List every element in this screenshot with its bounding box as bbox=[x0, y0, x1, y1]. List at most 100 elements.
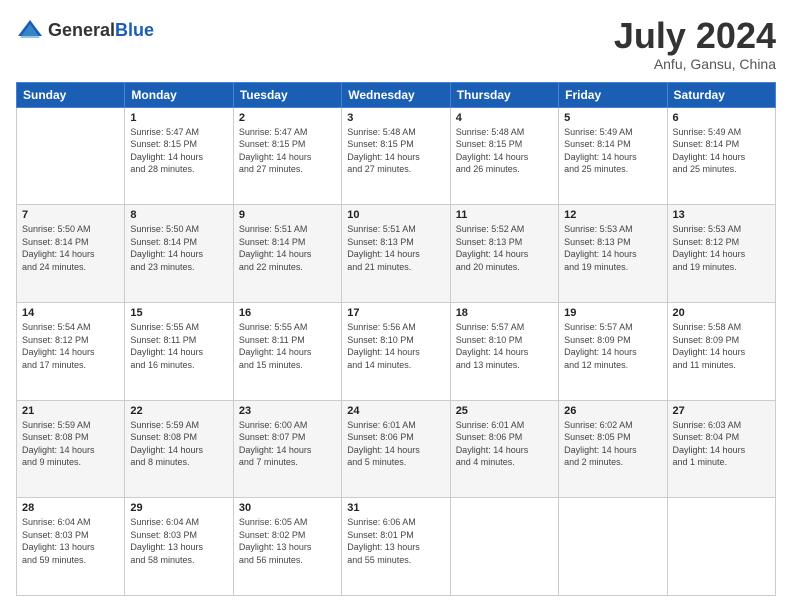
day-number: 15 bbox=[130, 307, 227, 319]
table-row bbox=[450, 498, 558, 596]
table-row: 23 Sunrise: 6:00 AM Sunset: 8:07 PM Dayli… bbox=[233, 400, 341, 498]
day-info: Sunrise: 5:55 AM Sunset: 8:11 PM Dayligh… bbox=[239, 321, 336, 371]
day-info: Sunrise: 6:04 AM Sunset: 8:03 PM Dayligh… bbox=[22, 516, 119, 566]
day-number: 7 bbox=[22, 209, 119, 221]
day-info: Sunrise: 5:49 AM Sunset: 8:14 PM Dayligh… bbox=[564, 126, 661, 176]
table-row: 26Sunrise: 6:02 AM Sunset: 8:05 PM Dayli… bbox=[559, 400, 667, 498]
day-number: 27 bbox=[673, 405, 770, 417]
day-info: Sunrise: 5:54 AM Sunset: 8:12 PM Dayligh… bbox=[22, 321, 119, 371]
day-info: Sunrise: 5:57 AM Sunset: 8:10 PM Dayligh… bbox=[456, 321, 553, 371]
day-info: Sunrise: 5:49 AM Sunset: 8:14 PM Dayligh… bbox=[673, 126, 770, 176]
header-friday: Friday bbox=[559, 82, 667, 107]
day-info: Sunrise: 6:01 AM Sunset: 8:06 PM Dayligh… bbox=[456, 419, 553, 469]
day-info: Sunrise: 5:51 AM Sunset: 8:13 PM Dayligh… bbox=[347, 223, 444, 273]
day-number: 24 bbox=[347, 405, 444, 417]
table-row: 5 Sunrise: 5:49 AM Sunset: 8:14 PM Daylig… bbox=[559, 107, 667, 205]
table-row: 1 Sunrise: 5:47 AM Sunset: 8:15 PM Daylig… bbox=[125, 107, 233, 205]
day-info: Sunrise: 5:59 AM Sunset: 8:08 PM Dayligh… bbox=[130, 419, 227, 469]
table-row: 4 Sunrise: 5:48 AM Sunset: 8:15 PM Daylig… bbox=[450, 107, 558, 205]
day-number: 16 bbox=[239, 307, 336, 319]
day-number: 13 bbox=[673, 209, 770, 221]
table-row: 10 Sunrise: 5:51 AM Sunset: 8:13 PM Dayli… bbox=[342, 205, 450, 303]
day-number: 17 bbox=[347, 307, 444, 319]
day-number: 3 bbox=[347, 112, 444, 124]
day-info: Sunrise: 5:47 AM Sunset: 8:15 PM Dayligh… bbox=[130, 126, 227, 176]
day-number: 1 bbox=[130, 112, 227, 124]
day-info: Sunrise: 5:47 AM Sunset: 8:15 PM Dayligh… bbox=[239, 126, 336, 176]
day-number: 9 bbox=[239, 209, 336, 221]
day-number: 29 bbox=[130, 502, 227, 514]
day-number: 4 bbox=[456, 112, 553, 124]
day-number: 31 bbox=[347, 502, 444, 514]
day-number: 2 bbox=[239, 112, 336, 124]
day-info: Sunrise: 5:53 AM Sunset: 8:13 PM Dayligh… bbox=[564, 223, 661, 273]
day-info: Sunrise: 5:48 AM Sunset: 8:15 PM Dayligh… bbox=[347, 126, 444, 176]
calendar-week-row: 14 Sunrise: 5:54 AM Sunset: 8:12 PM Dayli… bbox=[17, 302, 776, 400]
table-row: 18 Sunrise: 5:57 AM Sunset: 8:10 PM Dayli… bbox=[450, 302, 558, 400]
day-info: Sunrise: 6:01 AM Sunset: 8:06 PM Dayligh… bbox=[347, 419, 444, 469]
location: Anfu, Gansu, China bbox=[614, 56, 776, 72]
table-row: 15Sunrise: 5:55 AM Sunset: 8:11 PM Dayli… bbox=[125, 302, 233, 400]
calendar-table: Sunday Monday Tuesday Wednesday Thursday… bbox=[16, 82, 776, 596]
day-info: Sunrise: 5:48 AM Sunset: 8:15 PM Dayligh… bbox=[456, 126, 553, 176]
table-row: 28Sunrise: 6:04 AM Sunset: 8:03 PM Dayli… bbox=[17, 498, 125, 596]
table-row: 7 Sunrise: 5:50 AM Sunset: 8:14 PM Daylig… bbox=[17, 205, 125, 303]
table-row bbox=[17, 107, 125, 205]
day-number: 20 bbox=[673, 307, 770, 319]
logo-text: GeneralBlue bbox=[48, 20, 154, 41]
calendar-week-row: 1 Sunrise: 5:47 AM Sunset: 8:15 PM Daylig… bbox=[17, 107, 776, 205]
table-row: 2 Sunrise: 5:47 AM Sunset: 8:15 PM Daylig… bbox=[233, 107, 341, 205]
header-sunday: Sunday bbox=[17, 82, 125, 107]
table-row bbox=[559, 498, 667, 596]
table-row: 21 Sunrise: 5:59 AM Sunset: 8:08 PM Dayli… bbox=[17, 400, 125, 498]
calendar-week-row: 28Sunrise: 6:04 AM Sunset: 8:03 PM Dayli… bbox=[17, 498, 776, 596]
day-number: 6 bbox=[673, 112, 770, 124]
calendar-title: July 2024 Anfu, Gansu, China bbox=[614, 16, 776, 72]
day-info: Sunrise: 6:06 AM Sunset: 8:01 PM Dayligh… bbox=[347, 516, 444, 566]
logo-icon bbox=[16, 16, 44, 44]
table-row: 25Sunrise: 6:01 AM Sunset: 8:06 PM Dayli… bbox=[450, 400, 558, 498]
day-info: Sunrise: 5:50 AM Sunset: 8:14 PM Dayligh… bbox=[130, 223, 227, 273]
day-info: Sunrise: 5:52 AM Sunset: 8:13 PM Dayligh… bbox=[456, 223, 553, 273]
day-number: 10 bbox=[347, 209, 444, 221]
table-row: 3 Sunrise: 5:48 AM Sunset: 8:15 PM Daylig… bbox=[342, 107, 450, 205]
table-row: 31 Sunrise: 6:06 AM Sunset: 8:01 PM Dayli… bbox=[342, 498, 450, 596]
day-info: Sunrise: 6:00 AM Sunset: 8:07 PM Dayligh… bbox=[239, 419, 336, 469]
day-number: 5 bbox=[564, 112, 661, 124]
day-number: 21 bbox=[22, 405, 119, 417]
table-row: 6 Sunrise: 5:49 AM Sunset: 8:14 PM Daylig… bbox=[667, 107, 775, 205]
header-monday: Monday bbox=[125, 82, 233, 107]
day-info: Sunrise: 6:05 AM Sunset: 8:02 PM Dayligh… bbox=[239, 516, 336, 566]
day-number: 30 bbox=[239, 502, 336, 514]
table-row: 19Sunrise: 5:57 AM Sunset: 8:09 PM Dayli… bbox=[559, 302, 667, 400]
day-number: 18 bbox=[456, 307, 553, 319]
calendar-week-row: 7 Sunrise: 5:50 AM Sunset: 8:14 PM Daylig… bbox=[17, 205, 776, 303]
table-row bbox=[667, 498, 775, 596]
table-row: 22Sunrise: 5:59 AM Sunset: 8:08 PM Dayli… bbox=[125, 400, 233, 498]
table-row: 30 Sunrise: 6:05 AM Sunset: 8:02 PM Dayli… bbox=[233, 498, 341, 596]
table-row: 24 Sunrise: 6:01 AM Sunset: 8:06 PM Dayli… bbox=[342, 400, 450, 498]
table-row: 27 Sunrise: 6:03 AM Sunset: 8:04 PM Dayli… bbox=[667, 400, 775, 498]
day-number: 14 bbox=[22, 307, 119, 319]
table-row: 16 Sunrise: 5:55 AM Sunset: 8:11 PM Dayli… bbox=[233, 302, 341, 400]
table-row: 12Sunrise: 5:53 AM Sunset: 8:13 PM Dayli… bbox=[559, 205, 667, 303]
day-number: 19 bbox=[564, 307, 661, 319]
header-tuesday: Tuesday bbox=[233, 82, 341, 107]
day-info: Sunrise: 5:51 AM Sunset: 8:14 PM Dayligh… bbox=[239, 223, 336, 273]
table-row: 17 Sunrise: 5:56 AM Sunset: 8:10 PM Dayli… bbox=[342, 302, 450, 400]
day-info: Sunrise: 5:50 AM Sunset: 8:14 PM Dayligh… bbox=[22, 223, 119, 273]
day-info: Sunrise: 6:04 AM Sunset: 8:03 PM Dayligh… bbox=[130, 516, 227, 566]
calendar-header-row: Sunday Monday Tuesday Wednesday Thursday… bbox=[17, 82, 776, 107]
table-row: 8Sunrise: 5:50 AM Sunset: 8:14 PM Daylig… bbox=[125, 205, 233, 303]
day-info: Sunrise: 5:56 AM Sunset: 8:10 PM Dayligh… bbox=[347, 321, 444, 371]
table-row: 20 Sunrise: 5:58 AM Sunset: 8:09 PM Dayli… bbox=[667, 302, 775, 400]
day-number: 23 bbox=[239, 405, 336, 417]
month-year: July 2024 bbox=[614, 16, 776, 56]
day-info: Sunrise: 5:58 AM Sunset: 8:09 PM Dayligh… bbox=[673, 321, 770, 371]
table-row: 11Sunrise: 5:52 AM Sunset: 8:13 PM Dayli… bbox=[450, 205, 558, 303]
day-info: Sunrise: 5:59 AM Sunset: 8:08 PM Dayligh… bbox=[22, 419, 119, 469]
day-info: Sunrise: 6:03 AM Sunset: 8:04 PM Dayligh… bbox=[673, 419, 770, 469]
calendar-week-row: 21 Sunrise: 5:59 AM Sunset: 8:08 PM Dayli… bbox=[17, 400, 776, 498]
header-thursday: Thursday bbox=[450, 82, 558, 107]
day-info: Sunrise: 5:53 AM Sunset: 8:12 PM Dayligh… bbox=[673, 223, 770, 273]
